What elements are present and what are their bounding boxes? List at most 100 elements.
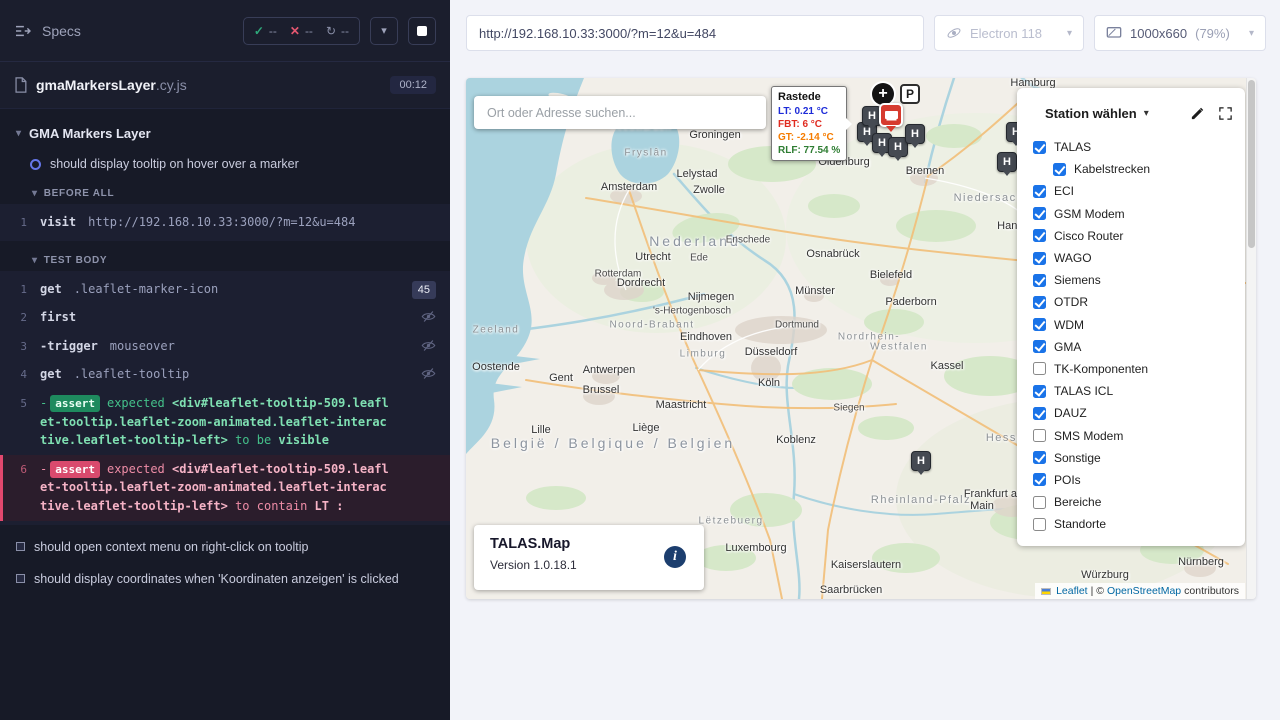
station-filter-item[interactable]: GMA — [1033, 336, 1233, 358]
stop-run-button[interactable] — [408, 17, 436, 45]
checkbox[interactable] — [1033, 274, 1046, 287]
checkbox[interactable] — [1033, 407, 1046, 420]
spec-basename: gmaMarkersLayer — [36, 77, 156, 93]
checkbox[interactable] — [1033, 473, 1046, 486]
browser-selector[interactable]: Electron 118 ▾ — [934, 15, 1084, 51]
checkbox[interactable] — [1033, 185, 1046, 198]
map-label: Osnabrück — [806, 248, 859, 260]
checkbox[interactable] — [1033, 229, 1046, 242]
checkbox[interactable] — [1053, 163, 1066, 176]
station-filter-item[interactable]: SMS Modem — [1033, 424, 1233, 446]
command-row[interactable]: 2first — [0, 303, 450, 332]
station-filter-item[interactable]: POIs — [1033, 469, 1233, 491]
app-title: TALAS.Map — [490, 536, 688, 552]
checkbox[interactable] — [1033, 518, 1046, 531]
station-filter-item[interactable]: ECI — [1033, 180, 1233, 202]
spec-name[interactable]: gmaMarkersLayer.cy.js — [36, 77, 187, 93]
checkbox[interactable] — [1033, 362, 1046, 375]
p-marker[interactable]: P — [900, 84, 920, 104]
leaflet-link[interactable]: Leaflet — [1056, 585, 1088, 597]
map-label: Luxembourg — [725, 542, 786, 554]
station-filter-item[interactable]: Sonstige — [1033, 447, 1233, 469]
test-active[interactable]: should display tooltip on hover over a m… — [0, 150, 450, 180]
command-number: 4 — [0, 365, 40, 383]
command-text: -triggermouseover — [40, 337, 438, 356]
section-toggle[interactable]: ▾BEFORE ALL — [0, 180, 450, 204]
command-text: visithttp://192.168.10.33:3000/?m=12&u=4… — [40, 213, 438, 232]
checkbox[interactable] — [1033, 296, 1046, 309]
station-filter-item[interactable]: GSM Modem — [1033, 203, 1233, 225]
map-label: Koblenz — [776, 434, 816, 446]
add-button-marker[interactable]: + — [872, 83, 894, 105]
app-version: Version 1.0.18.1 — [490, 558, 688, 572]
map-label: Köln — [758, 377, 780, 389]
checkbox[interactable] — [1033, 429, 1046, 442]
checkbox[interactable] — [1033, 318, 1046, 331]
map-label: Münster — [795, 285, 835, 297]
station-filter-item[interactable]: WAGO — [1033, 247, 1233, 269]
checkbox[interactable] — [1033, 340, 1046, 353]
osm-link[interactable]: OpenStreetMap — [1107, 585, 1181, 597]
command-number: 1 — [0, 280, 40, 298]
assert-badge: assert — [50, 461, 100, 478]
command-row[interactable]: 6-assertexpected <div#leaflet-tooltip-50… — [0, 455, 450, 521]
checkbox[interactable] — [1033, 252, 1046, 265]
map-attribution: Leaflet | © OpenStreetMap contributors — [1035, 583, 1245, 599]
station-filter-item[interactable]: Bereiche — [1033, 491, 1233, 513]
station-filter-item[interactable]: TALAS ICL — [1033, 380, 1233, 402]
station-filter-item[interactable]: OTDR — [1033, 291, 1233, 313]
viewport-selector[interactable]: 1000x660 (79%) ▾ — [1094, 15, 1266, 51]
map-label: 's-Hertogenbosch — [653, 306, 731, 317]
tooltip-arrow — [846, 118, 852, 130]
station-label: ECI — [1054, 184, 1074, 198]
command-row[interactable]: 1visithttp://192.168.10.33:3000/?m=12&u=… — [0, 208, 450, 237]
failed-count: -- — [305, 24, 313, 38]
spec-extension: .cy.js — [156, 77, 187, 93]
command-row[interactable]: 1get.leaflet-marker-icon45 — [0, 275, 450, 304]
map-label: België / Belgique / Belgien — [491, 435, 735, 451]
collapse-all-button[interactable]: ▾ — [370, 17, 398, 45]
station-filter-item[interactable]: Cisco Router — [1033, 225, 1233, 247]
command-row[interactable]: 4get.leaflet-tooltip — [0, 360, 450, 389]
assert-text: expected — [107, 462, 172, 476]
checkbox[interactable] — [1033, 207, 1046, 220]
test-pending[interactable]: should display coordinates when 'Koordin… — [0, 563, 450, 595]
station-marker[interactable]: H — [997, 152, 1017, 172]
station-marker[interactable]: H — [911, 451, 931, 471]
search-input[interactable] — [474, 96, 766, 129]
map-label: Utrecht — [635, 251, 670, 263]
hovered-station-marker[interactable] — [879, 103, 903, 127]
station-marker[interactable]: H — [905, 124, 925, 144]
checkbox[interactable] — [1033, 496, 1046, 509]
specs-title: Specs — [42, 23, 81, 39]
station-filter-item[interactable]: DAUZ — [1033, 402, 1233, 424]
info-button[interactable]: i — [664, 546, 686, 568]
marker-tooltip[interactable]: Rastede LT: 0.21 °CFBT: 6 °CGT: -2.14 °C… — [771, 86, 847, 161]
scrollbar-thumb[interactable] — [1248, 80, 1255, 248]
station-filter-item[interactable]: Standorte — [1033, 513, 1233, 535]
station-label: POIs — [1054, 473, 1081, 487]
test-pending[interactable]: should open context menu on right-click … — [0, 531, 450, 563]
section-toggle[interactable]: ▾TEST BODY — [0, 247, 450, 271]
expand-icon[interactable] — [1218, 106, 1233, 121]
command-method: -trigger — [40, 339, 98, 353]
station-filter-item[interactable]: Kabelstrecken — [1033, 158, 1233, 180]
suite-gma-markers-layer[interactable]: ▾ GMA Markers Layer — [0, 117, 450, 150]
station-filter-item[interactable]: WDM — [1033, 314, 1233, 336]
edit-icon[interactable] — [1190, 106, 1205, 121]
map-label: Noord-Brabant — [609, 320, 694, 331]
checkbox[interactable] — [1033, 451, 1046, 464]
checkbox[interactable] — [1033, 385, 1046, 398]
specs-menu-icon[interactable] — [14, 24, 32, 38]
map-scrollbar[interactable] — [1246, 78, 1256, 599]
station-filter-item[interactable]: TALAS — [1033, 136, 1233, 158]
station-label: OTDR — [1054, 295, 1088, 309]
station-select-dropdown[interactable]: Station wählen — [1045, 106, 1137, 121]
test-tree: ▾ GMA Markers Layer should display toolt… — [0, 109, 450, 603]
url-bar[interactable] — [466, 15, 924, 51]
station-filter-item[interactable]: Siemens — [1033, 269, 1233, 291]
checkbox[interactable] — [1033, 141, 1046, 154]
command-row[interactable]: 3-triggermouseover — [0, 332, 450, 361]
station-filter-item[interactable]: TK-Komponenten — [1033, 358, 1233, 380]
command-row[interactable]: 5-assertexpected <div#leaflet-tooltip-50… — [0, 389, 450, 455]
